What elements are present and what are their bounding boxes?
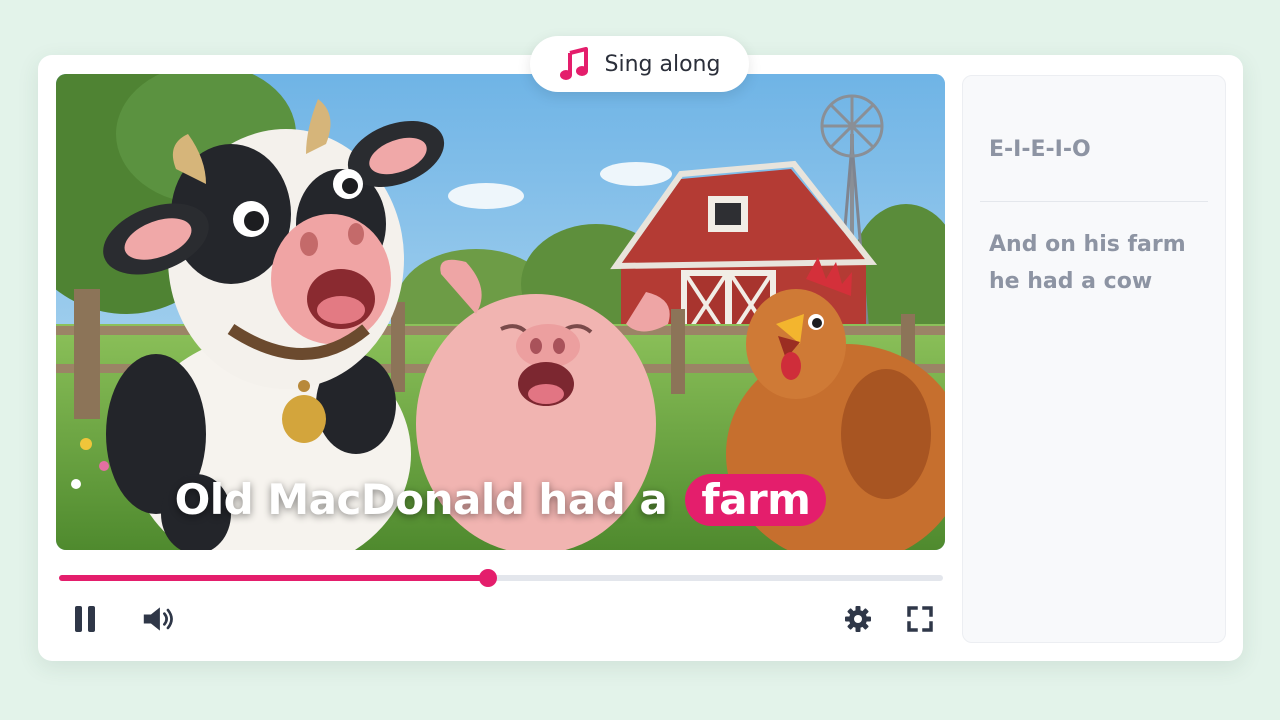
- lyrics-panel: E-I-E-I-O And on his farm he had a cow: [962, 75, 1226, 643]
- lyric-divider: [980, 201, 1208, 202]
- video-frame[interactable]: Old MacDonald had a farm: [56, 74, 945, 550]
- pause-icon: [75, 606, 95, 632]
- volume-button[interactable]: [142, 602, 176, 636]
- sing-along-label: Sing along: [604, 51, 721, 77]
- lyric-previous-line: E-I-E-I-O: [989, 137, 1091, 162]
- lyric-next-line-1: And on his farm: [989, 232, 1186, 257]
- progress-fill: [59, 575, 488, 581]
- settings-button[interactable]: [841, 602, 875, 636]
- lyric-next-line-2: he had a cow: [989, 269, 1153, 294]
- progress-handle[interactable]: [478, 569, 497, 587]
- volume-icon: [143, 607, 173, 631]
- sing-along-badge: Sing along: [530, 36, 749, 92]
- pause-button[interactable]: [68, 602, 102, 636]
- music-note-icon: [559, 47, 588, 80]
- fullscreen-icon: [907, 606, 933, 632]
- fullscreen-button[interactable]: [903, 602, 937, 636]
- player-card: Old MacDonald had a farm E-I-E-I-O And o…: [38, 55, 1243, 661]
- caption-text: Old MacDonald had a: [174, 475, 668, 524]
- caption-highlight-word: farm: [685, 474, 827, 526]
- gear-icon: [845, 606, 871, 632]
- progress-bar[interactable]: [59, 569, 943, 587]
- lyric-caption: Old MacDonald had a farm: [56, 474, 945, 526]
